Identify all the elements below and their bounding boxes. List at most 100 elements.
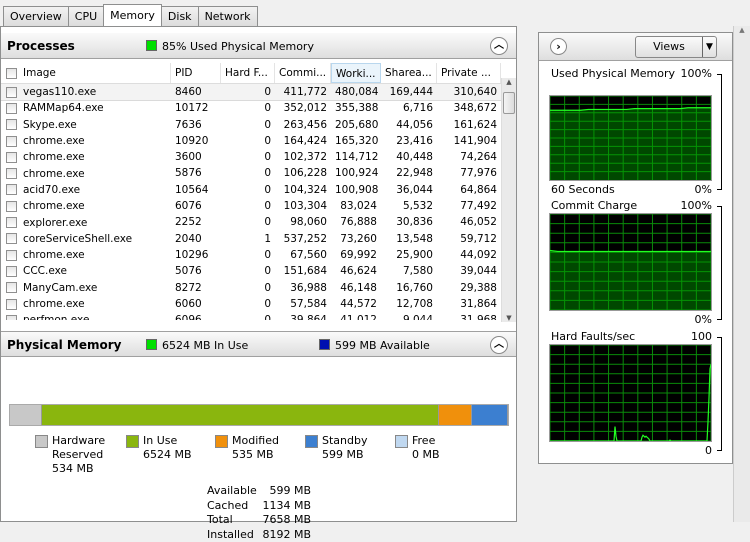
graph-plot xyxy=(550,214,711,310)
private: 39,044 xyxy=(437,263,501,279)
table-row[interactable]: Skype.exe76360263,456205,68044,056161,62… xyxy=(1,117,501,133)
process-name: vegas110.exe xyxy=(1,84,171,100)
commit: 352,012 xyxy=(275,100,331,116)
column-hard-faults[interactable]: Hard F... xyxy=(221,63,275,83)
process-name-text: explorer.exe xyxy=(23,215,87,231)
stat-label: Installed xyxy=(207,528,262,542)
table-row[interactable]: explorer.exe2252098,06076,88830,83646,05… xyxy=(1,214,501,230)
stat-row: Installed8192 MB xyxy=(207,528,311,542)
commit: 67,560 xyxy=(275,247,331,263)
row-checkbox[interactable] xyxy=(6,250,17,261)
legend-line: In Use xyxy=(143,434,192,448)
row-checkbox[interactable] xyxy=(6,201,17,212)
scroll-thumb[interactable] xyxy=(503,92,515,114)
select-all-checkbox[interactable] xyxy=(6,68,17,79)
tab-disk[interactable]: Disk xyxy=(161,6,199,26)
process-name-text: acid70.exe xyxy=(23,182,80,198)
row-checkbox[interactable] xyxy=(6,299,17,310)
row-checkbox[interactable] xyxy=(6,233,17,244)
hard-faults: 0 xyxy=(221,149,275,165)
legend-line: 0 MB xyxy=(412,448,440,462)
hard-faults: 0 xyxy=(221,247,275,263)
stat-label: Total xyxy=(207,513,262,528)
shareable: 40,448 xyxy=(381,149,437,165)
column-image[interactable]: Image xyxy=(1,63,171,83)
graph-line xyxy=(550,250,711,251)
private: 77,976 xyxy=(437,165,501,181)
table-row[interactable]: chrome.exe58760106,228100,92422,94877,97… xyxy=(1,165,501,181)
process-name-text: coreServiceShell.exe xyxy=(23,231,132,247)
stat-value: 7658 MB xyxy=(262,513,311,528)
processes-header[interactable]: Processes 85% Used Physical Memory ︿ xyxy=(1,33,516,59)
shareable: 6,716 xyxy=(381,100,437,116)
shareable: 169,444 xyxy=(381,84,437,100)
expand-pane-button[interactable]: › xyxy=(550,38,567,55)
legend-standby: Standby599 MB xyxy=(305,434,367,462)
table-row[interactable]: CCC.exe50760151,68446,6247,58039,044 xyxy=(1,263,501,279)
row-checkbox[interactable] xyxy=(6,168,17,179)
views-button[interactable]: Views ▼ xyxy=(635,36,717,58)
working-set: 114,712 xyxy=(331,149,381,165)
table-row[interactable]: chrome.exe109200164,424165,32023,416141,… xyxy=(1,133,501,149)
table-row[interactable]: chrome.exe6060057,58444,57212,70831,864 xyxy=(1,296,501,312)
row-checkbox[interactable] xyxy=(6,315,17,320)
tab-memory[interactable]: Memory xyxy=(103,4,162,26)
table-row[interactable]: acid70.exe105640104,324100,90836,04464,8… xyxy=(1,182,501,198)
chevron-down-icon[interactable]: ▼ xyxy=(702,37,716,57)
process-name-text: chrome.exe xyxy=(23,198,85,214)
scroll-up-icon[interactable]: ▲ xyxy=(734,26,750,34)
pid: 10172 xyxy=(171,100,221,116)
column-commit[interactable]: Commi... xyxy=(275,63,331,83)
row-checkbox[interactable] xyxy=(6,87,17,98)
table-row[interactable]: chrome.exe60760103,30483,0245,53277,492 xyxy=(1,198,501,214)
process-name: chrome.exe xyxy=(1,133,171,149)
table-row[interactable]: chrome.exe10296067,56069,99225,90044,092 xyxy=(1,247,501,263)
table-row[interactable]: coreServiceShell.exe20401537,25273,26013… xyxy=(1,231,501,247)
row-checkbox[interactable] xyxy=(6,136,17,147)
graph-bracket xyxy=(717,337,722,451)
scroll-up-icon[interactable]: ▲ xyxy=(502,78,516,86)
tab-network[interactable]: Network xyxy=(198,6,258,26)
table-row[interactable]: RAMMap64.exe101720352,012355,3886,716348… xyxy=(1,100,501,116)
graph-max: 100 xyxy=(691,330,712,343)
window-scrollbar[interactable]: ▲ xyxy=(733,26,750,522)
process-name: chrome.exe xyxy=(1,198,171,214)
left-pane: Processes 85% Used Physical Memory ︿ Ima… xyxy=(0,26,517,522)
table-row[interactable]: chrome.exe36000102,372114,71240,44874,26… xyxy=(1,149,501,165)
process-name: chrome.exe xyxy=(1,247,171,263)
column-working-set[interactable]: Worki... xyxy=(331,63,381,83)
hard-faults: 0 xyxy=(221,133,275,149)
table-row[interactable]: perfmon.exe6096039,86441,0129,04431,968 xyxy=(1,312,501,320)
physical-memory-title: Physical Memory xyxy=(7,338,122,352)
row-checkbox[interactable] xyxy=(6,266,17,277)
processes-title: Processes xyxy=(7,39,75,53)
collapse-processes-button[interactable]: ︿ xyxy=(490,37,508,55)
column-shareable[interactable]: Sharea... xyxy=(381,63,437,83)
working-set: 46,624 xyxy=(331,263,381,279)
tab-overview[interactable]: Overview xyxy=(3,6,69,26)
graph-bracket xyxy=(717,74,722,190)
legend-swatch-icon xyxy=(305,435,318,448)
collapse-physical-memory-button[interactable]: ︿ xyxy=(490,336,508,354)
process-scrollbar[interactable]: ▲ ▼ xyxy=(501,78,516,322)
row-checkbox[interactable] xyxy=(6,152,17,163)
working-set: 76,888 xyxy=(331,214,381,230)
stat-row: Cached1134 MB xyxy=(207,499,311,514)
table-row[interactable]: ManyCam.exe8272036,98846,14816,76029,388 xyxy=(1,280,501,296)
row-checkbox[interactable] xyxy=(6,184,17,195)
scroll-down-icon[interactable]: ▼ xyxy=(502,314,516,322)
tab-cpu[interactable]: CPU xyxy=(68,6,104,26)
row-checkbox[interactable] xyxy=(6,103,17,114)
shareable: 9,044 xyxy=(381,312,437,320)
physical-memory-header[interactable]: Physical Memory 6524 MB In Use 599 MB Av… xyxy=(1,331,516,357)
process-name: acid70.exe xyxy=(1,182,171,198)
commit: 104,324 xyxy=(275,182,331,198)
column-private[interactable]: Private ... xyxy=(437,63,501,83)
process-name-text: chrome.exe xyxy=(23,166,85,182)
column-pid[interactable]: PID xyxy=(171,63,221,83)
table-row[interactable]: vegas110.exe84600411,772480,084169,44431… xyxy=(1,84,501,100)
row-checkbox[interactable] xyxy=(6,282,17,293)
row-checkbox[interactable] xyxy=(6,217,17,228)
process-name-text: ManyCam.exe xyxy=(23,280,97,296)
row-checkbox[interactable] xyxy=(6,119,17,130)
